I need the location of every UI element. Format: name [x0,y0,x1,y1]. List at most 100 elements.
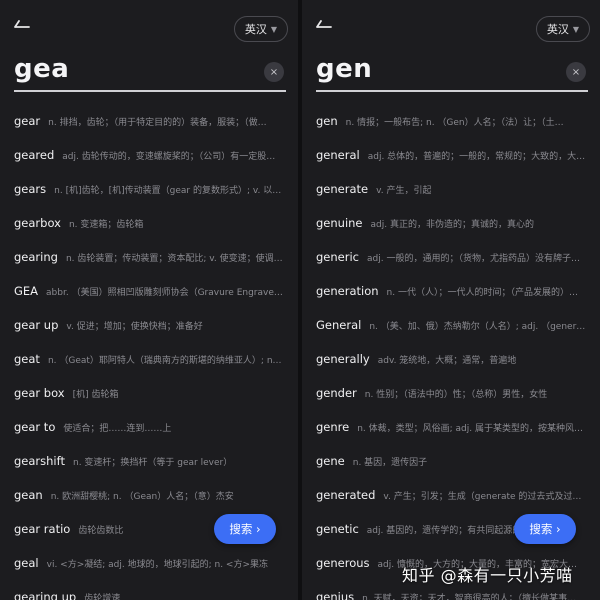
search-input[interactable]: gen [316,54,372,84]
result-row[interactable]: gene n. 基因，遗传因子 [316,444,588,478]
result-word: generous [316,556,370,570]
search-field[interactable]: gea × [14,52,286,92]
result-word: gender [316,386,357,400]
result-word: geal [14,556,39,570]
result-word: genuine [316,216,363,230]
result-row[interactable]: GEA abbr. （美国）照相凹版雕刻师协会（Gravure Engraver… [14,274,286,308]
result-row[interactable]: General n. （美、加、俄）杰纳勒尔（人名）; adj. （gener… [316,308,588,342]
result-definition: n. 齿轮装置；传动装置；资本配比; v. 使变速；使调… [65,253,283,264]
language-selector[interactable]: 英汉 ▼ [535,16,590,42]
result-definition: adv. 笼统地，大概；通常，普遍地 [377,355,517,366]
result-definition: n. 排挡，齿轮；（用于特定目的的）装备，服装；（做… [48,117,267,128]
result-definition: vi. <方>凝结; adj. 地球的，地球引起的; n. <方>果冻 [46,559,269,570]
result-definition: v. 产生，引起 [376,185,432,196]
result-definition: adj. 齿轮传动的，变速螺旋桨的；（公司）有一定股… [62,151,276,162]
result-word: geat [14,352,40,366]
result-word: generation [316,284,379,298]
result-word: gears [14,182,47,196]
search-button[interactable]: 搜索 › [214,514,276,544]
result-definition: n. 性别；（语法中的）性；（总称）男性，女性 [364,389,548,400]
result-definition: n. 一代（人）；一代人的时间；（产品发展的）… [386,287,578,298]
result-word: gear [14,114,41,128]
result-word: gean [14,488,43,502]
result-row[interactable]: geal vi. <方>凝结; adj. 地球的，地球引起的; n. <方>果冻 [14,546,286,580]
search-input[interactable]: gea [14,54,69,84]
result-row[interactable]: genuine adj. 真正的，非伪造的；真诚的，真心的 [316,206,588,240]
language-label: 英汉 [244,23,267,36]
result-row[interactable]: generated v. 产生；引发；生成（generate 的过去式及过… [316,478,588,512]
result-row[interactable]: geared adj. 齿轮传动的，变速螺旋桨的；（公司）有一定股… [14,138,286,172]
result-word: gearbox [14,216,61,230]
result-row[interactable]: generate v. 产生，引起 [316,172,588,206]
result-definition: adj. 一般的，通用的；（货物，尤指药品）没有牌子… [367,253,580,264]
result-word: generate [316,182,369,196]
result-row[interactable]: gears n. [机]齿轮，[机]传动装置（gear 的复数形式）; v. 以… [14,172,286,206]
search-field[interactable]: gen × [316,52,588,92]
result-row[interactable]: gear up v. 促进；增加；使换快档；准备好 [14,308,286,342]
result-word: gearing [14,250,58,264]
result-word: geared [14,148,55,162]
result-word: generally [316,352,370,366]
result-definition: n. [机]齿轮，[机]传动装置（gear 的复数形式）; v. 以… [54,185,282,196]
result-word: generic [316,250,359,264]
result-definition: n. 基因，遗传因子 [352,457,428,468]
result-definition: adj. 基因的，遗传学的；有共同起源的… [366,525,531,536]
result-definition: abbr. （美国）照相凹版雕刻师协会（Gravure Engraver… [46,287,286,298]
chevron-down-icon: ▼ [572,24,579,34]
result-definition: 齿轮齿数比 [78,525,124,536]
result-definition: n. 情报；一般布告; n. （Gen）人名；（法）让；（土… [345,117,564,128]
result-word: GEA [14,284,39,298]
search-button[interactable]: 搜索 › [514,514,576,544]
result-row[interactable]: generic adj. 一般的，通用的；（货物，尤指药品）没有牌子… [316,240,588,274]
result-row[interactable]: gear box [机] 齿轮箱 [14,376,286,410]
result-definition: 齿轮增速 [84,593,121,600]
result-word: gear box [14,386,65,400]
result-definition: [机] 齿轮箱 [72,389,119,400]
result-row[interactable]: gearshift n. 变速杆；换挡杆（等于 gear lever） [14,444,286,478]
result-row[interactable]: gearing n. 齿轮装置；传动装置；资本配比; v. 使变速；使调… [14,240,286,274]
right-panel: 英汉 ▼ gen × gen n. 情报；一般布告; n. （Gen）人名；（法）… [302,0,600,600]
result-definition: v. 产生；引发；生成（generate 的过去式及过… [383,491,582,502]
result-row[interactable]: gear n. 排挡，齿轮；（用于特定目的的）装备，服装；（做… [14,104,286,138]
result-row[interactable]: gearing up 齿轮增速 [14,580,286,600]
result-definition: n. 变速箱；齿轮箱 [68,219,144,230]
chevron-down-icon: ▼ [270,24,277,34]
result-definition: n. 欧洲甜樱桃; n. （Gean）人名；（意）杰安 [50,491,234,502]
result-definition: n. （Geat）耶阿特人（瑞典南方的斯堪的纳维亚人）; n… [47,355,282,366]
result-row[interactable]: generation n. 一代（人）；一代人的时间；（产品发展的）… [316,274,588,308]
result-definition: adj. 真正的，非伪造的；真诚的，真心的 [370,219,534,230]
result-word: generated [316,488,376,502]
result-word: gene [316,454,345,468]
result-word: gear up [14,318,59,332]
result-row[interactable]: gearbox n. 变速箱；齿轮箱 [14,206,286,240]
result-row[interactable]: gear to 使适合；把……连到……上 [14,410,286,444]
result-word: gearshift [14,454,65,468]
result-row[interactable]: gender n. 性别；（语法中的）性；（总称）男性，女性 [316,376,588,410]
watermark: 知乎 @森有一只小芳喵 [402,566,573,585]
result-row[interactable]: gen n. 情报；一般布告; n. （Gen）人名；（法）让；（土… [316,104,588,138]
result-word: gearing up [14,590,77,600]
back-arrow-icon[interactable] [316,18,332,30]
clear-icon[interactable]: × [566,62,586,82]
result-definition: n. 体裁，类型；风俗画; adj. 属于某类型的，按某种风… [357,423,583,434]
result-word: genre [316,420,350,434]
clear-icon[interactable]: × [264,62,284,82]
result-word: gear to [14,420,56,434]
result-row[interactable]: genre n. 体裁，类型；风俗画; adj. 属于某类型的，按某种风… [316,410,588,444]
result-word: gear ratio [14,522,71,536]
result-definition: n. 天赋，天资；天才，智商很高的人；（擅长做某事… [362,593,577,600]
result-word: general [316,148,360,162]
result-row[interactable]: generally adv. 笼统地，大概；通常，普遍地 [316,342,588,376]
result-row[interactable]: general adj. 总体的，普遍的；一般的，常规的；大致的，大… [316,138,588,172]
result-definition: v. 促进；增加；使换快档；准备好 [66,321,203,332]
result-word: genius [316,590,355,600]
result-row[interactable]: gean n. 欧洲甜樱桃; n. （Gean）人名；（意）杰安 [14,478,286,512]
result-word: genetic [316,522,359,536]
result-word: General [316,318,362,332]
result-word: gen [316,114,338,128]
result-definition: adj. 总体的，普遍的；一般的，常规的；大致的，大… [367,151,586,162]
back-arrow-icon[interactable] [14,18,30,30]
language-selector[interactable]: 英汉 ▼ [233,16,288,42]
result-row[interactable]: geat n. （Geat）耶阿特人（瑞典南方的斯堪的纳维亚人）; n… [14,342,286,376]
result-definition: 使适合；把……连到……上 [63,423,172,434]
